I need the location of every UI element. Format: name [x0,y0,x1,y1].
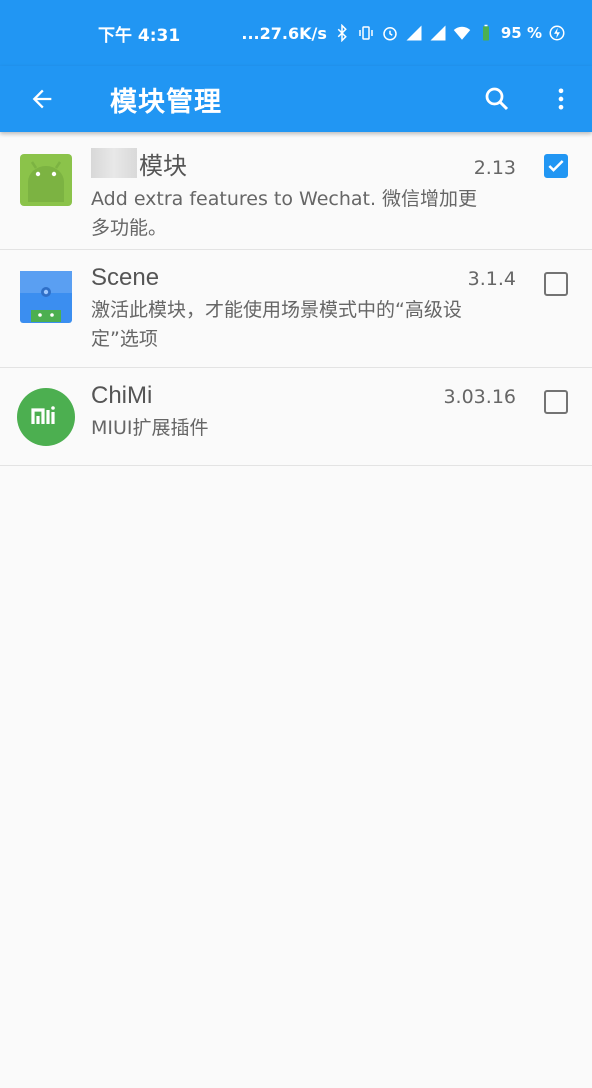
charging-icon [549,25,565,41]
module-description: MIUI扩展插件 [91,417,209,439]
module-enable-checkbox[interactable] [544,272,568,296]
search-icon [485,87,509,111]
redacted-name [91,148,137,178]
check-icon [548,160,564,172]
network-speed: ...27.6K/s [241,23,327,43]
alarm-icon [383,27,397,41]
list-item[interactable]: 模块 2.13 Add extra features to Wechat. 微信… [0,132,592,250]
list-item[interactable]: ChiMi 3.03.16 MIUI扩展插件 [0,368,592,466]
arrow-back-icon [32,89,52,109]
vibrate-icon [359,26,373,40]
signal-icon-2 [430,25,446,41]
battery-level: 95 % [500,24,542,42]
android-icon [19,154,72,206]
status-bar: 下午 4:31 ...27.6K/s 95 % [0,0,592,66]
module-enable-checkbox[interactable] [544,390,568,414]
module-title: 模块 [91,146,187,181]
back-button[interactable] [0,66,84,132]
search-button[interactable] [464,66,530,132]
module-version: 3.03.16 [443,386,516,408]
battery-icon [482,24,489,41]
status-time: 下午 4:31 [98,25,181,46]
more-vert-icon [558,88,564,110]
signal-icon [406,25,422,41]
chimi-mi-icon [16,388,75,446]
more-options-button[interactable] [530,66,592,132]
module-version: 2.13 [473,157,516,179]
bluetooth-icon [337,24,347,42]
module-list: 模块 2.13 Add extra features to Wechat. 微信… [0,132,592,466]
module-description: 激活此模块，才能使用场景模式中的“高级设定”选项 [91,299,462,350]
page-title: 模块管理 [110,86,222,118]
module-version: 3.1.4 [467,268,516,290]
module-title: ChiMi [91,382,153,409]
module-description: Add extra features to Wechat. 微信增加更多功能。 [91,188,478,239]
module-enable-checkbox[interactable] [544,154,568,178]
status-icons: ...27.6K/s 95 % [241,24,566,43]
list-item[interactable]: Scene 3.1.4 激活此模块，才能使用场景模式中的“高级设定”选项 [0,250,592,368]
wifi-icon [453,26,471,40]
scene-app-icon [19,271,72,323]
app-bar: 模块管理 [0,66,592,132]
module-title: Scene [91,264,160,291]
